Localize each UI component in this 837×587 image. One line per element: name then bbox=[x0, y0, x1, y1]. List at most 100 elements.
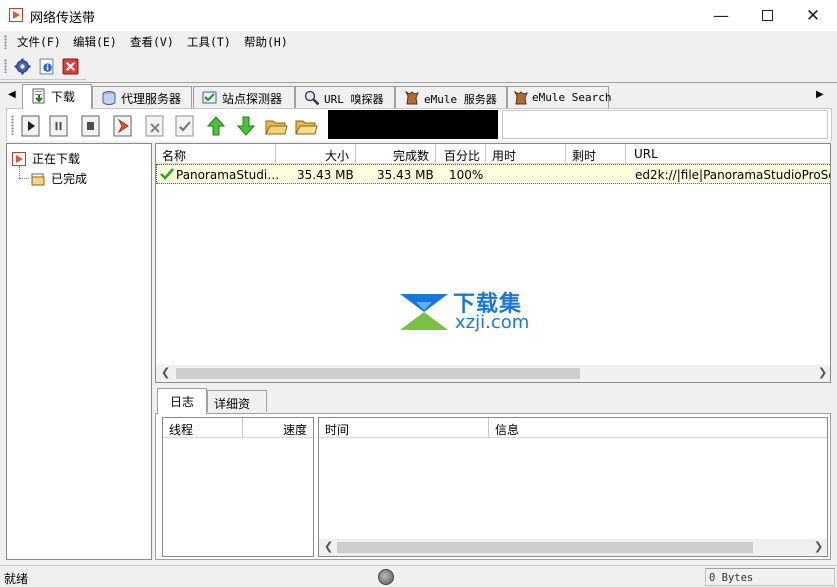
tree-label: 已完成 bbox=[51, 172, 88, 186]
tab-emule-search[interactable]: eMule Search bbox=[507, 86, 612, 108]
window-title: 网络传送带 bbox=[30, 11, 96, 26]
status-text: 就绪 bbox=[4, 572, 29, 586]
browse-folder-icon[interactable] bbox=[294, 114, 318, 138]
log-horizontal-scrollbar[interactable]: ❮ ❯ bbox=[319, 539, 827, 556]
tab-scroll-right-icon[interactable]: ▶ bbox=[816, 89, 824, 100]
status-bytes-cell: 0 Bytes bbox=[705, 568, 835, 586]
watermark-logo-icon bbox=[400, 294, 448, 330]
magnifier-icon bbox=[304, 90, 320, 106]
tab-log[interactable]: 日志 bbox=[157, 388, 207, 414]
cell-name: PanoramaStudi… bbox=[176, 168, 280, 182]
tree-line bbox=[19, 166, 20, 178]
move-down-arrow-icon[interactable] bbox=[234, 114, 258, 138]
start-play-icon[interactable] bbox=[19, 114, 43, 138]
table-row[interactable]: PanoramaStudi… 35.43 MB 35.43 MB 100% ed… bbox=[156, 164, 831, 184]
minimize-button[interactable]: — bbox=[698, 0, 744, 31]
main-tab-strip: ◀ 下载 代理服务器 站点探测器 URL 嗅探器 eMule 服务器 eMule… bbox=[0, 82, 837, 109]
tab-site-explorer[interactable]: 站点探测器 bbox=[193, 86, 295, 108]
scroll-right-icon[interactable]: ❯ bbox=[814, 540, 823, 553]
download-list: 名称 大小 完成数 百分比 用时 剩时 URL PanoramaStudi… 3… bbox=[155, 143, 831, 383]
toolbar-grip[interactable] bbox=[4, 59, 7, 73]
move-up-arrow-icon[interactable] bbox=[204, 114, 228, 138]
thread-list: 线程 速度 bbox=[162, 417, 314, 557]
pause-icon[interactable] bbox=[47, 114, 71, 138]
tab-label: 下载 bbox=[51, 90, 76, 104]
maximize-button[interactable] bbox=[744, 0, 790, 31]
column-header-message[interactable]: 信息 bbox=[489, 418, 827, 438]
tree-line bbox=[19, 178, 29, 179]
delete-icon[interactable] bbox=[143, 114, 167, 138]
column-header-remaining[interactable]: 剩时 bbox=[566, 144, 626, 164]
column-header-speed[interactable]: 速度 bbox=[243, 418, 313, 438]
status-bar: 就绪 0 Bytes bbox=[0, 565, 837, 587]
info-panel bbox=[502, 110, 828, 139]
tree-label: 正在下载 bbox=[32, 152, 81, 166]
checkmark-complete-icon bbox=[160, 168, 174, 180]
cell-url: ed2k://|file|PanoramaStudioProSe bbox=[635, 168, 831, 182]
tab-label: 站点探测器 bbox=[222, 92, 283, 106]
proxy-server-icon bbox=[102, 91, 116, 105]
menu-bar: 文件(F) 编辑(E) 查看(V) 工具(T) 帮助(H) bbox=[0, 31, 837, 53]
tab-url-sniffer[interactable]: URL 嗅探器 bbox=[295, 86, 395, 108]
stop-icon[interactable] bbox=[79, 114, 103, 138]
properties-info-icon[interactable] bbox=[38, 58, 55, 75]
menu-help[interactable]: 帮助(H) bbox=[244, 34, 288, 50]
category-tree: 正在下载 已完成 bbox=[6, 143, 152, 560]
title-bar: 网络传送带 — ✕ bbox=[0, 0, 837, 31]
close-button[interactable]: ✕ bbox=[790, 0, 836, 31]
scroll-right-icon[interactable]: ❯ bbox=[818, 366, 827, 379]
open-folder-icon[interactable] bbox=[264, 114, 288, 138]
detail-area: 日志 详细资料 线程 速度 时间 信息 ❮ ❯ bbox=[155, 386, 831, 560]
column-header-elapsed[interactable]: 用时 bbox=[486, 144, 566, 164]
menu-grip[interactable] bbox=[4, 35, 7, 49]
menu-edit[interactable]: 编辑(E) bbox=[73, 34, 117, 50]
menu-tools[interactable]: 工具(T) bbox=[187, 34, 231, 50]
settings-gear-icon[interactable] bbox=[14, 58, 31, 75]
column-header-time[interactable]: 时间 bbox=[319, 418, 489, 438]
tree-node-completed[interactable]: 已完成 bbox=[31, 170, 87, 187]
tab-scroll-left-icon[interactable]: ◀ bbox=[8, 89, 16, 100]
menu-view[interactable]: 查看(V) bbox=[130, 34, 174, 50]
check-complete-icon[interactable] bbox=[173, 114, 197, 138]
column-header-thread[interactable]: 线程 bbox=[163, 418, 243, 438]
tab-proxy-servers[interactable]: 代理服务器 bbox=[92, 86, 192, 108]
app-icon bbox=[9, 8, 23, 22]
detail-frame: 线程 速度 时间 信息 ❮ ❯ bbox=[155, 413, 831, 560]
emule-mule-icon bbox=[513, 90, 528, 105]
watermark-url: xzji.com bbox=[455, 312, 530, 333]
site-explorer-icon bbox=[202, 91, 217, 104]
scroll-thumb[interactable] bbox=[176, 368, 580, 379]
column-header-url[interactable]: URL bbox=[626, 144, 830, 164]
speed-graph-panel bbox=[328, 110, 498, 139]
watermark-logo: 下载集 xzji.com bbox=[398, 290, 538, 334]
column-header-name[interactable]: 名称 bbox=[156, 144, 276, 164]
tab-download[interactable]: 下载 bbox=[22, 84, 92, 109]
toolbar-grip[interactable] bbox=[11, 115, 14, 135]
tab-label: 代理服务器 bbox=[121, 92, 182, 106]
log-list: 时间 信息 ❮ ❯ bbox=[318, 417, 828, 557]
download-tab-icon bbox=[32, 88, 45, 104]
completed-folder-icon bbox=[31, 172, 45, 186]
menu-file[interactable]: 文件(F) bbox=[17, 34, 61, 50]
downloading-icon bbox=[12, 151, 26, 166]
scroll-left-icon[interactable]: ❮ bbox=[161, 366, 170, 379]
tab-label: URL 嗅探器 bbox=[324, 93, 384, 106]
tree-node-downloading[interactable]: 正在下载 bbox=[12, 150, 80, 167]
new-download-icon[interactable] bbox=[111, 114, 135, 138]
cell-size: 35.43 MB bbox=[297, 168, 354, 182]
list-horizontal-scrollbar[interactable]: ❮ ❯ bbox=[156, 365, 830, 382]
exit-close-icon[interactable] bbox=[62, 58, 79, 75]
status-bytes: 0 Bytes bbox=[709, 572, 754, 584]
tab-emule-servers[interactable]: eMule 服务器 bbox=[395, 86, 507, 108]
tab-label: eMule Search bbox=[532, 91, 612, 104]
column-header-percent[interactable]: 百分比 bbox=[436, 144, 486, 164]
scroll-thumb[interactable] bbox=[337, 542, 753, 553]
maximize-icon bbox=[761, 10, 773, 21]
tab-details[interactable]: 详细资料 bbox=[207, 390, 267, 428]
column-header-size[interactable]: 大小 bbox=[276, 144, 356, 164]
emule-mule-icon bbox=[404, 90, 419, 105]
tab-label: eMule 服务器 bbox=[424, 93, 497, 106]
scroll-left-icon[interactable]: ❮ bbox=[324, 540, 333, 553]
cell-done: 35.43 MB bbox=[377, 168, 434, 182]
column-header-done[interactable]: 完成数 bbox=[356, 144, 436, 164]
